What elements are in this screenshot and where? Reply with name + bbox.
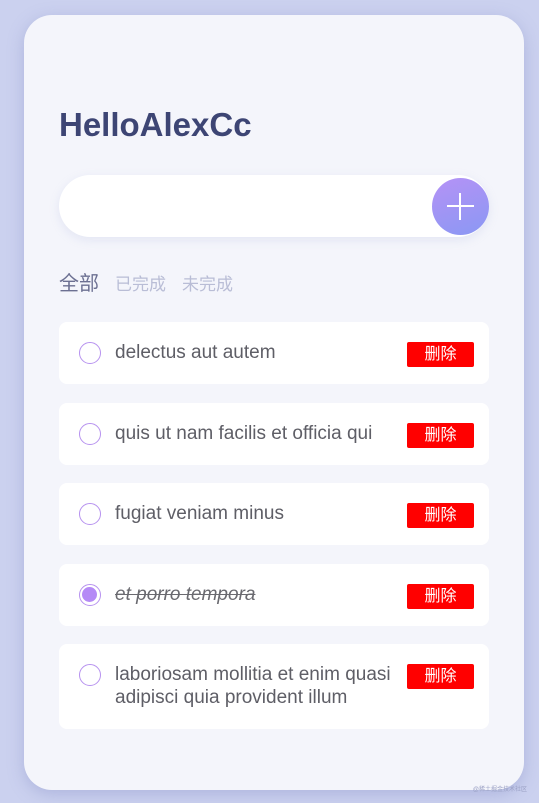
filter-tabs: 全部 已完成 未完成	[59, 267, 249, 296]
todo-item: laboriosam mollitia et enim quasi adipis…	[59, 644, 489, 729]
delete-button[interactable]: 删除	[407, 342, 474, 367]
todo-checkbox[interactable]	[79, 503, 101, 525]
todo-text: fugiat veniam minus	[115, 503, 284, 524]
new-todo-input[interactable]	[83, 189, 427, 225]
delete-button[interactable]: 删除	[407, 664, 474, 689]
tab-completed[interactable]: 已完成	[115, 270, 166, 295]
new-todo-bar	[59, 175, 489, 237]
todo-checkbox[interactable]	[79, 664, 101, 686]
todo-item: delectus aut autem 删除	[59, 322, 489, 384]
todo-card: HelloAlexCc 全部 已完成 未完成 delectus aut aute…	[24, 15, 524, 790]
todo-text: delectus aut autem	[115, 342, 276, 363]
add-todo-button[interactable]	[432, 178, 489, 235]
todo-item: quis ut nam facilis et officia qui 删除	[59, 403, 489, 465]
tab-all[interactable]: 全部	[59, 267, 99, 296]
page-title: HelloAlexCc	[59, 106, 252, 143]
delete-button[interactable]: 删除	[407, 584, 474, 609]
todo-item: fugiat veniam minus 删除	[59, 483, 489, 545]
todo-checkbox[interactable]	[79, 423, 101, 445]
tab-uncompleted[interactable]: 未完成	[182, 270, 233, 295]
todo-text: laboriosam mollitia et enim quasi adipis…	[115, 664, 391, 708]
todo-text: quis ut nam facilis et officia qui	[115, 423, 373, 444]
watermark: @稀土掘金技术社区	[472, 787, 527, 793]
plus-icon	[447, 193, 474, 220]
todo-item: et porro tempora 删除	[59, 564, 489, 626]
todo-checkbox-checked[interactable]	[79, 584, 101, 606]
todo-text: et porro tempora	[115, 584, 256, 605]
delete-button[interactable]: 删除	[407, 423, 474, 448]
todo-checkbox[interactable]	[79, 342, 101, 364]
delete-button[interactable]: 删除	[407, 503, 474, 528]
